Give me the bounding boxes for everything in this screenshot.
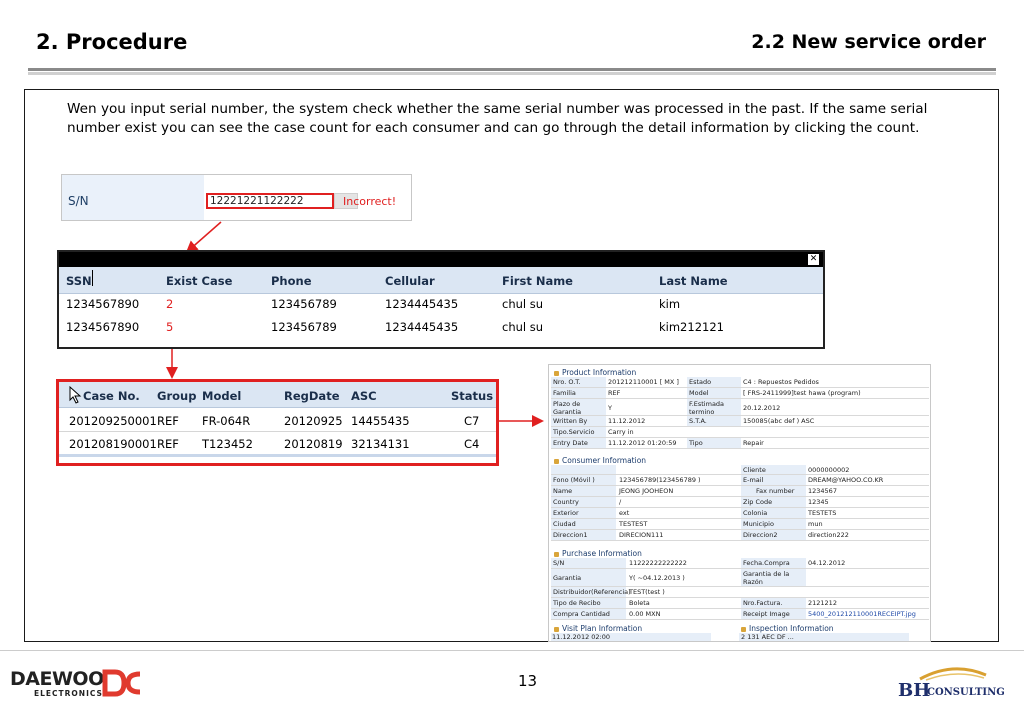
group-cell: REF xyxy=(157,437,179,451)
col-phone: Phone xyxy=(271,274,312,288)
first-name-cell: chul su xyxy=(502,297,544,311)
consumer-info-heading: Consumer Information xyxy=(554,456,646,465)
case-detail-screenshot: Product Information Nro. O.T. 20121211000… xyxy=(548,364,931,642)
col-case-no: Case No. xyxy=(83,389,140,403)
last-name-cell: kim xyxy=(659,297,681,311)
subsection-title: 2.2 New service order xyxy=(751,31,986,53)
close-icon[interactable]: ✕ xyxy=(808,254,819,265)
text-cursor-icon xyxy=(92,270,94,286)
phone-cell: 123456789 xyxy=(271,320,337,334)
purchase-info-heading: Purchase Information xyxy=(554,549,642,558)
section-bullet-icon xyxy=(554,458,559,464)
error-message: Incorrect! xyxy=(343,195,397,208)
header-rule xyxy=(28,68,996,71)
asc-cell: 32134131 xyxy=(351,437,410,451)
cellular-cell: 1234445435 xyxy=(385,297,459,311)
detail-row: Nro. O.T. 201212110001 [ MX ] Estado C4 : … xyxy=(551,377,929,388)
detail-row: Plazo de Garantia Y F.Estimada termino 20.… xyxy=(551,399,929,416)
col-group: Group xyxy=(157,389,197,403)
section-bullet-icon xyxy=(554,370,559,376)
detail-row: Direccion1 DIRECION111 Direccion2 directio… xyxy=(551,530,929,541)
row-divider xyxy=(59,431,496,432)
intro-text: Wen you input serial number, the system … xyxy=(67,101,928,136)
regdate-cell: 20120925 xyxy=(284,414,343,428)
detail-row: Garantia Y( ~04.12.2013 ) Garantia de la … xyxy=(551,569,929,587)
col-first-name: First Name xyxy=(502,274,573,288)
case-list-panel: Case No. Group Model RegDate ASC Status … xyxy=(56,379,499,466)
cellular-cell: 1234445435 xyxy=(385,320,459,334)
col-ssn: SSN xyxy=(66,274,92,288)
bh-swoosh-icon xyxy=(919,667,987,681)
detail-row: Name JEONG JOOHEON Fax number 1234567 xyxy=(551,486,929,497)
sn-label-cell: S/N xyxy=(62,175,204,220)
detail-row: Written By 11.12.2012 S.T.A. 150085(abc de… xyxy=(551,416,929,427)
col-asc: ASC xyxy=(351,389,377,403)
phone-cell: 123456789 xyxy=(271,297,337,311)
col-model: Model xyxy=(202,389,242,403)
status-cell: C4 xyxy=(464,437,480,451)
detail-row: Exterior ext Colonia TESTETS xyxy=(551,508,929,519)
serial-number-panel: S/N 12221221122222 Incorrect! xyxy=(61,174,412,221)
sn-label: S/N xyxy=(68,194,89,208)
ssn-table-header: SSN Exist Case Phone Cellular First Name… xyxy=(59,267,823,294)
regdate-cell: 20120819 xyxy=(284,437,343,451)
first-name-cell: chul su xyxy=(502,320,544,334)
footer-rule xyxy=(0,650,1024,651)
detail-row: Country / Zip Code 12345 xyxy=(551,497,929,508)
mouse-pointer-icon xyxy=(69,386,82,404)
col-cellular: Cellular xyxy=(385,274,435,288)
detail-row: Fono (Móvil ) 123456789(123456789 ) E-mai… xyxy=(551,475,929,486)
ssn-cell: 1234567890 xyxy=(66,320,140,334)
ssn-popup: ✕ SSN Exist Case Phone Cellular First Na… xyxy=(57,250,825,349)
case-no-link[interactable]: 201208190001 xyxy=(69,437,157,451)
detail-row: Tipo.Servicio Carry in xyxy=(551,427,929,438)
detail-row: Ciudad TESTEST Municipio mun xyxy=(551,519,929,530)
section-bullet-icon xyxy=(554,626,559,632)
detail-row: Compra Cantidad 0.00 MXN Receipt Image 540… xyxy=(551,609,929,620)
receipt-image-link[interactable]: 5400_201212110001RECEIPT.jpg xyxy=(808,610,916,618)
detail-row: Distribuidor(Referencia) TEST(test ) xyxy=(551,587,929,598)
ssn-cell: 1234567890 xyxy=(66,297,140,311)
detail-row: Familia REF Model[ FRS-2411999]test hawa … xyxy=(551,388,929,399)
daewoo-mark-icon xyxy=(102,669,141,697)
section-bullet-icon xyxy=(741,626,746,632)
visit-plan-heading: Visit Plan Information xyxy=(554,624,642,633)
table-bottom-bar xyxy=(59,454,496,457)
exist-case-link[interactable]: 2 xyxy=(166,297,173,311)
asc-cell: 14455435 xyxy=(351,414,410,428)
product-info-heading: Product Information xyxy=(554,368,636,377)
col-last-name: Last Name xyxy=(659,274,728,288)
detail-row: Tipo de Recibo Boleta Nro.Factura. 2121212 xyxy=(551,598,929,609)
status-cell: C7 xyxy=(464,414,480,428)
serial-number-input[interactable]: 12221221122222 xyxy=(206,193,334,209)
daewoo-logo: DAEWOO ELECTRONICS xyxy=(10,667,150,701)
col-regdate: RegDate xyxy=(284,389,340,403)
col-status: Status xyxy=(451,389,494,403)
model-cell: FR-064R xyxy=(202,414,251,428)
header-rule-light xyxy=(28,72,996,75)
group-cell: REF xyxy=(157,414,179,428)
visit-plan-row: 11.12.2012 02:00 xyxy=(551,633,711,641)
case-no-link[interactable]: 201209250001 xyxy=(69,414,157,428)
section-title: 2. Procedure xyxy=(36,30,188,54)
detail-row: Cliente 0000000002 xyxy=(551,465,929,475)
model-cell: T123452 xyxy=(202,437,253,451)
inspection-row: 2 131 AEC DF ... xyxy=(739,633,909,641)
case-table-header: Case No. Group Model RegDate ASC Status xyxy=(59,382,496,408)
page-number: 13 xyxy=(518,672,538,690)
inspection-heading: Inspection Information xyxy=(741,624,834,633)
exist-case-link[interactable]: 5 xyxy=(166,320,173,334)
bh-consulting-logo: BH CONSULTING xyxy=(896,665,1020,705)
detail-row: S/N 11222222222222 Fecha.Compra 04.12.2012 xyxy=(551,558,929,569)
section-bullet-icon xyxy=(554,551,559,557)
detail-row: Entry Date 11.12.2012 01:20:59 Tipo Repair xyxy=(551,438,929,449)
last-name-cell: kim212121 xyxy=(659,320,724,334)
col-exist-case: Exist Case xyxy=(166,274,233,288)
popup-titlebar: ✕ xyxy=(59,252,823,267)
